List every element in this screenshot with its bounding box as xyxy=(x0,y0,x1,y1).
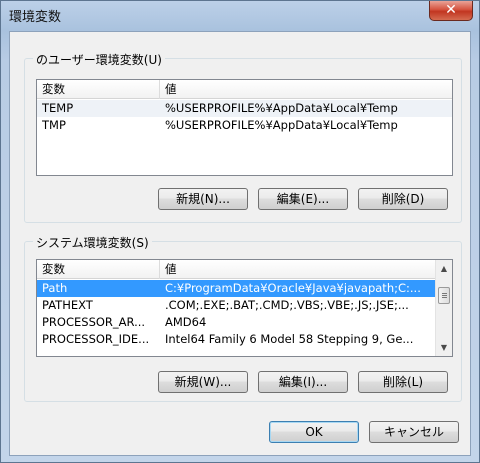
system-variables-list[interactable]: 変数 値 Path C:¥ProgramData¥Oracle¥Java¥jav… xyxy=(36,259,453,357)
variable-value: %USERPROFILE%¥AppData¥Local¥Temp xyxy=(165,101,398,115)
variable-name: PROCESSOR_AR... xyxy=(42,315,146,329)
variable-value: AMD64 xyxy=(165,315,207,329)
scroll-down-icon[interactable]: ▼ xyxy=(436,339,452,356)
column-header-value[interactable]: 値 xyxy=(160,80,452,99)
variable-value: C:¥ProgramData¥Oracle¥Java¥javapath;C:..… xyxy=(165,281,421,295)
variable-name: PATHEXT xyxy=(42,298,93,312)
user-variables-list[interactable]: 変数 値 TEMP %USERPROFILE%¥AppData¥Local¥Te… xyxy=(36,79,453,176)
system-variables-group: システム環境変数(S) 変数 値 Path C:¥ProgramData¥Ora… xyxy=(24,234,462,402)
variable-value: .COM;.EXE;.BAT;.CMD;.VBS;.VBE;.JS;.JSE;.… xyxy=(165,298,409,312)
user-variables-header: 変数 値 xyxy=(37,80,452,99)
dialog-client-area: のユーザー環境変数(U) 変数 値 TEMP %USERPROFILE%¥App… xyxy=(9,31,471,456)
table-row[interactable]: Path C:¥ProgramData¥Oracle¥Java¥javapath… xyxy=(37,280,437,297)
close-button[interactable]: ✕ xyxy=(429,1,473,21)
table-row[interactable]: PROCESSOR_AR... AMD64 xyxy=(37,314,437,331)
user-new-button[interactable]: 新規(N)... xyxy=(158,188,248,210)
variable-name: PROCESSOR_IDE... xyxy=(42,332,150,346)
vertical-scrollbar[interactable]: ▲ ▼ xyxy=(435,260,452,356)
user-delete-button[interactable]: 削除(D) xyxy=(358,188,448,210)
column-header-value[interactable]: 値 xyxy=(160,260,437,279)
system-delete-button[interactable]: 削除(L) xyxy=(358,371,448,393)
system-edit-button[interactable]: 編集(I)... xyxy=(258,371,348,393)
table-row[interactable]: PROCESSOR_IDE... Intel64 Family 6 Model … xyxy=(37,331,437,348)
scroll-up-icon[interactable]: ▲ xyxy=(436,260,452,277)
variable-name: TEMP xyxy=(42,101,74,115)
ok-button[interactable]: OK xyxy=(269,421,359,443)
user-variables-group: のユーザー環境変数(U) 変数 値 TEMP %USERPROFILE%¥App… xyxy=(24,51,462,223)
variable-name: TMP xyxy=(42,118,66,132)
table-row[interactable]: TMP %USERPROFILE%¥AppData¥Local¥Temp xyxy=(37,117,452,134)
user-variables-legend: のユーザー環境変数(U) xyxy=(33,51,165,68)
variable-value: %USERPROFILE%¥AppData¥Local¥Temp xyxy=(165,118,398,132)
close-icon: ✕ xyxy=(445,2,457,18)
variable-name: Path xyxy=(42,281,68,295)
column-header-variable[interactable]: 変数 xyxy=(37,260,159,279)
system-new-button[interactable]: 新規(W)... xyxy=(158,371,248,393)
table-row[interactable]: PATHEXT .COM;.EXE;.BAT;.CMD;.VBS;.VBE;.J… xyxy=(37,297,437,314)
title-bar[interactable]: 環境変数 ✕ xyxy=(1,1,479,31)
window-title: 環境変数 xyxy=(9,10,62,25)
user-edit-button[interactable]: 編集(E)... xyxy=(258,188,348,210)
system-variables-legend: システム環境変数(S) xyxy=(33,234,152,251)
column-header-variable[interactable]: 変数 xyxy=(37,80,159,99)
scrollbar-thumb[interactable] xyxy=(438,287,450,304)
system-variables-header: 変数 値 xyxy=(37,260,437,279)
environment-variables-dialog: 環境変数 ✕ のユーザー環境変数(U) 変数 値 TEMP %USERPROFI… xyxy=(0,0,480,463)
variable-value: Intel64 Family 6 Model 58 Stepping 9, Ge… xyxy=(165,332,414,346)
table-row[interactable]: TEMP %USERPROFILE%¥AppData¥Local¥Temp xyxy=(37,100,452,117)
cancel-button[interactable]: キャンセル xyxy=(369,421,459,443)
